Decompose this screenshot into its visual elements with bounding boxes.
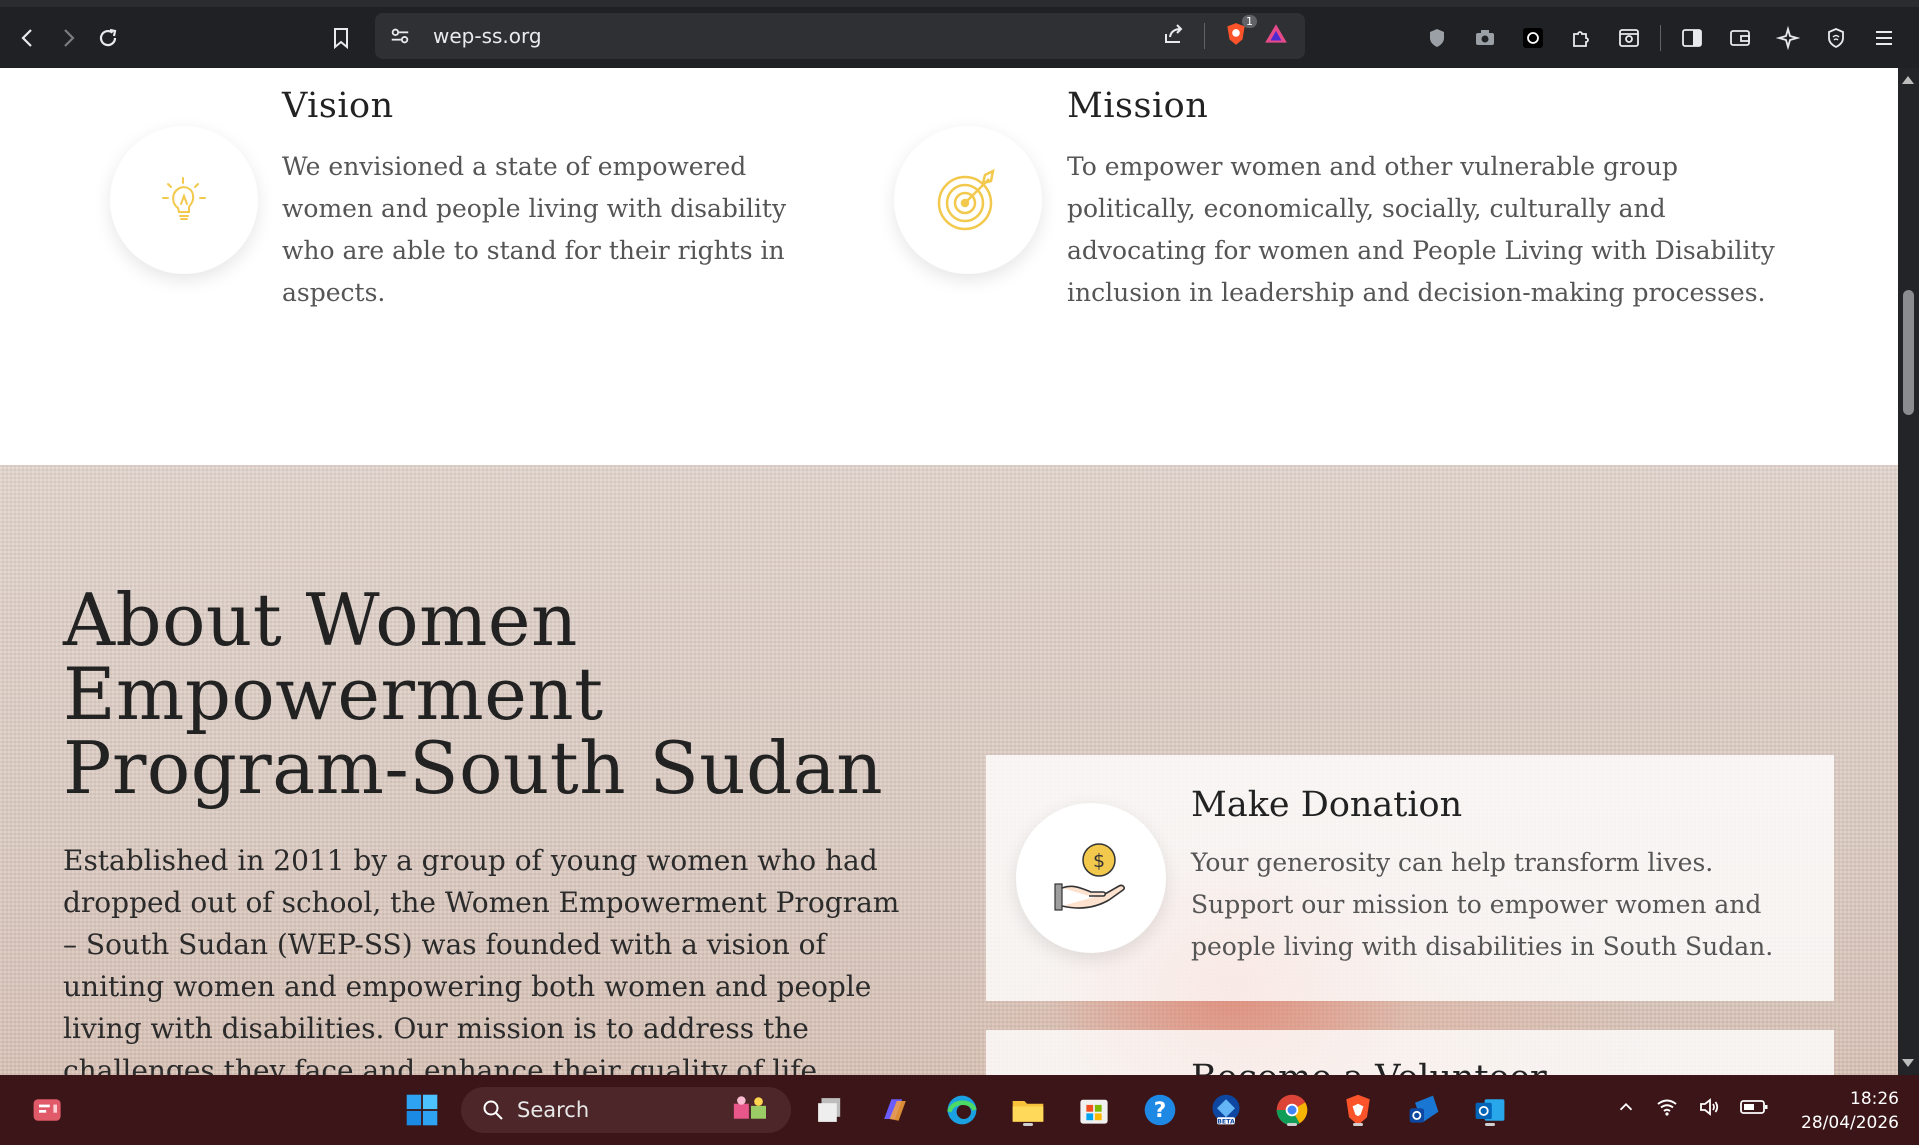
donation-title: Make Donation <box>1191 785 1463 825</box>
mission-icon-circle <box>894 126 1042 274</box>
leo-ai-icon[interactable] <box>1767 18 1809 58</box>
volunteer-card[interactable]: Become a Volunteer <box>986 1030 1834 1075</box>
url-text[interactable]: wep-ss.org <box>433 24 542 48</box>
windows-taskbar: Search ? BETA 18:26 28/04/2026 <box>0 1075 1919 1145</box>
scroll-down-arrow[interactable] <box>1902 1059 1914 1067</box>
openai-extension-icon[interactable] <box>1512 18 1554 58</box>
file-explorer-icon[interactable] <box>1008 1090 1048 1130</box>
search-highlight-icon <box>727 1093 775 1128</box>
page-scrollbar[interactable] <box>1898 68 1919 1075</box>
about-title: About Women Empowerment Program-South Su… <box>63 578 884 810</box>
widgets-icon[interactable] <box>28 1090 68 1130</box>
mission-text: To empower women and other vulnerable gr… <box>1067 152 1775 307</box>
running-indicator <box>1485 1123 1495 1126</box>
edge-browser-icon[interactable] <box>942 1090 982 1130</box>
beta-app-icon[interactable]: BETA <box>1206 1090 1246 1130</box>
taskbar-search[interactable]: Search <box>461 1087 791 1133</box>
vision-text: We envisioned a state of empowered women… <box>282 152 787 307</box>
chrome-icon[interactable] <box>1272 1090 1312 1130</box>
share-icon[interactable] <box>1162 22 1186 51</box>
running-indicator <box>1287 1123 1297 1126</box>
reload-button[interactable] <box>88 18 128 58</box>
wifi-icon[interactable] <box>1655 1095 1679 1123</box>
clock-time: 18:26 <box>1850 1089 1899 1109</box>
bookmark-button[interactable] <box>321 18 361 58</box>
donation-card[interactable]: $ Make Donation Your generosity can help… <box>986 755 1834 1001</box>
taskbar-clock[interactable]: 18:26 28/04/2026 <box>1801 1087 1899 1135</box>
forward-button[interactable] <box>48 18 88 58</box>
wallet-icon[interactable] <box>1719 18 1761 58</box>
donation-icon-circle: $ <box>1016 803 1166 953</box>
browser-toolbar: wep-ss.org 1 <box>0 0 1919 68</box>
system-tray <box>1615 1095 1769 1123</box>
brave-taskbar-icon[interactable] <box>1338 1090 1378 1130</box>
bookmark-icon <box>334 27 348 49</box>
help-icon[interactable]: ? <box>1140 1090 1180 1130</box>
outlook-icon[interactable] <box>1470 1090 1510 1130</box>
volunteer-title: Become a Volunteer <box>1191 1058 1547 1075</box>
back-button[interactable] <box>8 18 48 58</box>
target-icon <box>937 168 995 231</box>
back-icon <box>21 28 32 47</box>
scroll-up-arrow[interactable] <box>1902 76 1914 84</box>
address-bar[interactable]: wep-ss.org 1 <box>375 13 1305 59</box>
clock-date: 28/04/2026 <box>1801 1113 1899 1133</box>
vision-title: Vision <box>282 86 394 126</box>
reload-icon <box>99 28 117 46</box>
shield-badge: 1 <box>1242 14 1257 28</box>
reader-mode-icon[interactable] <box>1608 18 1650 58</box>
brave-rewards-icon[interactable] <box>1263 21 1289 52</box>
donation-hand-icon: $ <box>1054 843 1125 911</box>
site-settings-icon[interactable] <box>387 23 413 49</box>
svg-text:?: ? <box>1154 1098 1167 1123</box>
microsoft-store-icon[interactable] <box>1074 1090 1114 1130</box>
svg-text:BETA: BETA <box>1217 1119 1235 1126</box>
brave-shields-icon[interactable]: 1 <box>1223 14 1257 52</box>
divider <box>1204 23 1205 49</box>
about-section: About Women Empowerment Program-South Su… <box>0 465 1898 1075</box>
page-viewport: Vision We envisioned a state of empowere… <box>0 68 1898 1075</box>
extensions-puzzle-icon[interactable] <box>1560 18 1602 58</box>
donation-text: Your generosity can help transform lives… <box>1191 848 1774 961</box>
start-button-icon[interactable] <box>402 1090 442 1130</box>
sidebar-toggle-icon[interactable] <box>1671 18 1713 58</box>
volume-icon[interactable] <box>1697 1095 1721 1123</box>
scrollbar-thumb[interactable] <box>1903 290 1914 415</box>
task-view-icon[interactable] <box>810 1090 850 1130</box>
about-text: Established in 2011 by a group of young … <box>63 844 900 1075</box>
divider <box>1660 24 1661 51</box>
battery-icon[interactable] <box>1739 1095 1769 1123</box>
running-indicator <box>1353 1123 1363 1126</box>
vpn-icon[interactable] <box>1815 18 1857 58</box>
vision-icon-circle <box>110 126 258 274</box>
outlook-new-icon[interactable] <box>1404 1090 1444 1130</box>
camera-icon[interactable] <box>1464 18 1506 58</box>
lightbulb-icon <box>162 177 206 220</box>
coin-symbol: $ <box>1093 850 1105 872</box>
running-indicator <box>1023 1123 1033 1126</box>
extension-shield-icon[interactable] <box>1416 18 1458 58</box>
search-label: Search <box>517 1098 590 1122</box>
copilot-icon[interactable] <box>875 1090 915 1130</box>
menu-icon[interactable] <box>1863 18 1905 58</box>
chevron-up-icon[interactable] <box>1615 1096 1637 1122</box>
mission-title: Mission <box>1067 86 1209 126</box>
forward-icon <box>64 28 75 47</box>
search-icon <box>483 1100 503 1120</box>
